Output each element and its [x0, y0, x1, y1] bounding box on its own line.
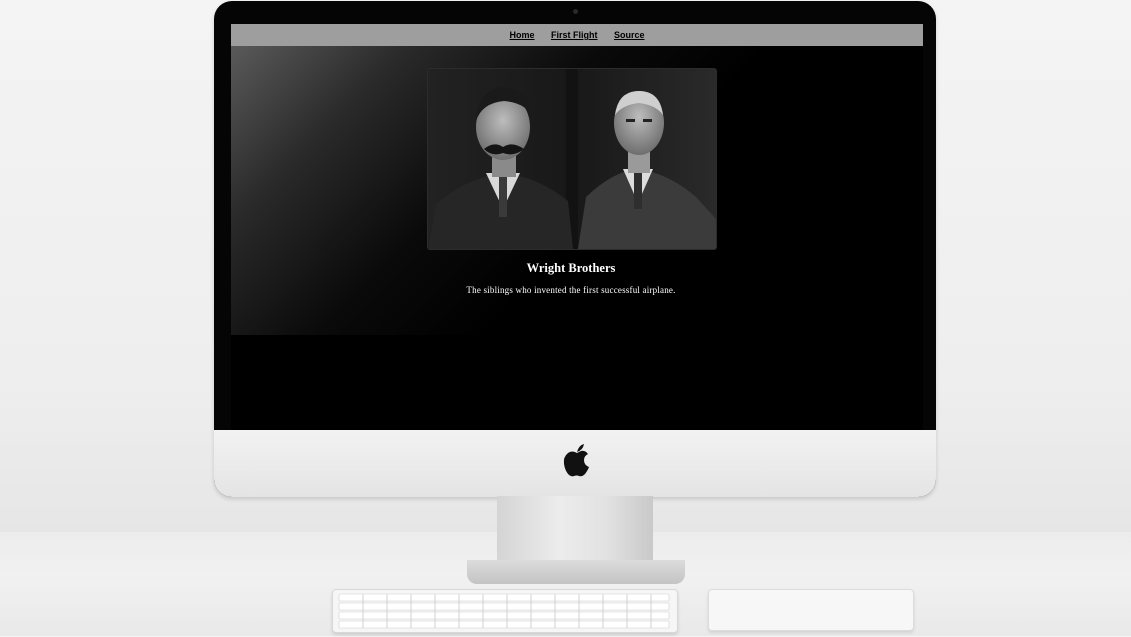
page-subtitle: The siblings who invented the first succ… [466, 285, 676, 295]
keyboard-keys [338, 593, 670, 629]
monitor-stand-base [467, 560, 685, 584]
portrait-illustration [428, 69, 716, 249]
apple-logo-icon [563, 444, 589, 477]
top-navbar: Home First Flight Source [231, 24, 923, 46]
screen-bottom-area [231, 335, 923, 430]
trackpad [708, 589, 914, 631]
monitor-stand-neck [497, 496, 653, 566]
page-title: Wright Brothers [526, 261, 616, 275]
webcam [573, 9, 578, 14]
keyboard [332, 589, 678, 633]
nav-link-home[interactable]: Home [510, 24, 535, 46]
nav-link-source[interactable]: Source [614, 24, 645, 46]
wright-brothers-photo [427, 68, 717, 250]
imac-monitor: Home First Flight Source Wright Brothers… [214, 1, 936, 497]
browser-screen: Home First Flight Source Wright Brothers… [231, 24, 923, 430]
nav-link-first-flight[interactable]: First Flight [551, 24, 598, 46]
